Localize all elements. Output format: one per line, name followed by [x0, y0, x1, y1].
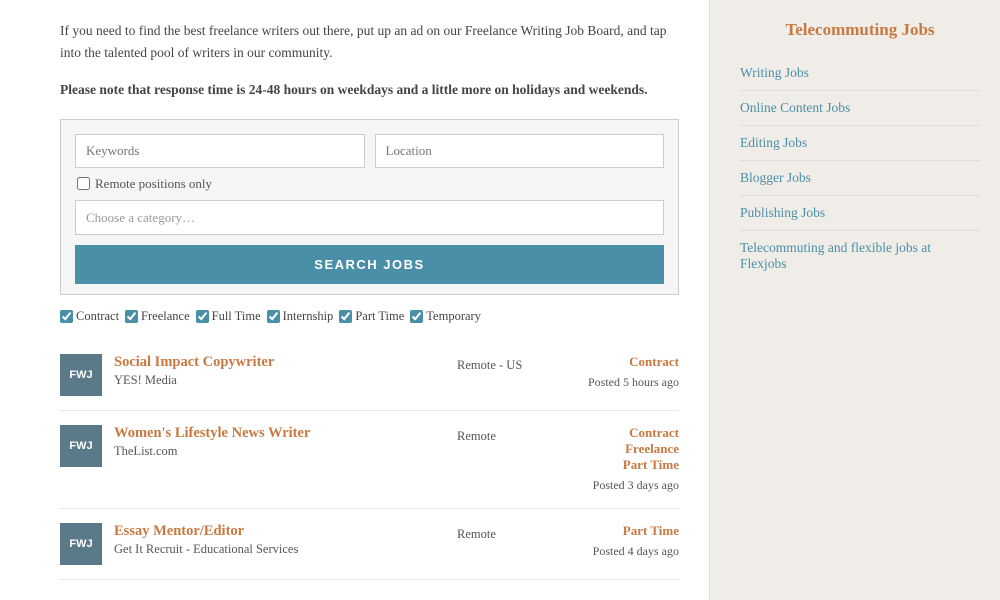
job-location: Remote — [457, 527, 547, 542]
search-box: Remote positions only Choose a category…… — [60, 119, 679, 295]
job-location: Remote - US — [457, 358, 547, 373]
job-type-tag: Part Time — [559, 523, 679, 539]
sidebar: Telecommuting Jobs Writing JobsOnline Co… — [710, 0, 1000, 600]
job-title: Social Impact Copywriter — [114, 354, 445, 371]
category-select[interactable]: Choose a category… — [75, 200, 664, 235]
sidebar-link-4[interactable]: Publishing Jobs — [740, 196, 980, 231]
jobs-list: FWJ Social Impact Copywriter YES! Media Rem… — [60, 340, 679, 580]
sidebar-link-3[interactable]: Blogger Jobs — [740, 161, 980, 196]
location-input[interactable] — [375, 134, 665, 168]
sidebar-link-5[interactable]: Telecommuting and flexible jobs at Flexj… — [740, 231, 980, 281]
keywords-input[interactable] — [75, 134, 365, 168]
filter-checkbox-part-time[interactable] — [339, 310, 352, 323]
job-title-link[interactable]: Social Impact Copywriter — [114, 354, 274, 370]
filter-label: Full Time — [212, 309, 261, 324]
remote-checkbox[interactable] — [77, 177, 90, 190]
job-logo: FWJ — [60, 523, 102, 565]
filter-checkbox-full-time[interactable] — [196, 310, 209, 323]
search-button[interactable]: SEARCH JOBS — [75, 245, 664, 284]
remote-row: Remote positions only — [75, 176, 664, 192]
job-center: Essay Mentor/Editor Get It Recruit - Educ… — [114, 523, 445, 557]
sidebar-title: Telecommuting Jobs — [740, 20, 980, 40]
filter-label: Part Time — [355, 309, 404, 324]
filter-label: Internship — [283, 309, 334, 324]
filter-checkbox-temporary[interactable] — [410, 310, 423, 323]
job-posted: Posted 5 hours ago — [559, 374, 679, 391]
job-posted: Posted 4 days ago — [559, 543, 679, 560]
filter-label: Temporary — [426, 309, 481, 324]
job-logo: FWJ — [60, 425, 102, 467]
sidebar-link-2[interactable]: Editing Jobs — [740, 126, 980, 161]
filter-checkbox-internship[interactable] — [267, 310, 280, 323]
job-listing: FWJ Women's Lifestyle News Writer TheList.… — [60, 411, 679, 509]
filter-freelance[interactable]: Freelance — [125, 309, 190, 324]
sidebar-link-1[interactable]: Online Content Jobs — [740, 91, 980, 126]
job-meta: Part Time Posted 4 days ago — [559, 523, 679, 560]
job-title-link[interactable]: Essay Mentor/Editor — [114, 523, 244, 539]
filter-label: Freelance — [141, 309, 190, 324]
job-logo: FWJ — [60, 354, 102, 396]
job-center: Women's Lifestyle News Writer TheList.com — [114, 425, 445, 459]
job-location: Remote — [457, 429, 547, 444]
filter-row: Contract Freelance Full Time Internship Part… — [60, 309, 679, 324]
filter-full-time[interactable]: Full Time — [196, 309, 261, 324]
job-type-tag: Freelance — [559, 441, 679, 457]
job-listing: FWJ Social Impact Copywriter YES! Media Rem… — [60, 340, 679, 411]
job-meta: ContractFreelancePart Time Posted 3 days … — [559, 425, 679, 494]
filter-checkbox-contract[interactable] — [60, 310, 73, 323]
job-listing: FWJ Essay Mentor/Editor Get It Recruit - E… — [60, 509, 679, 580]
job-title: Essay Mentor/Editor — [114, 523, 445, 540]
main-content: If you need to find the best freelance w… — [0, 0, 710, 600]
sidebar-link-0[interactable]: Writing Jobs — [740, 56, 980, 91]
job-company: Get It Recruit - Educational Services — [114, 542, 445, 557]
job-posted: Posted 3 days ago — [559, 477, 679, 494]
notice-paragraph: Please note that response time is 24-48 … — [60, 79, 679, 101]
intro-paragraph: If you need to find the best freelance w… — [60, 20, 679, 63]
search-top-row — [75, 134, 664, 168]
remote-label: Remote positions only — [95, 176, 212, 192]
job-type-tag: Contract — [559, 354, 679, 370]
job-title: Women's Lifestyle News Writer — [114, 425, 445, 442]
job-company: TheList.com — [114, 444, 445, 459]
filter-part-time[interactable]: Part Time — [339, 309, 404, 324]
job-company: YES! Media — [114, 373, 445, 388]
filter-label: Contract — [76, 309, 119, 324]
filter-contract[interactable]: Contract — [60, 309, 119, 324]
job-title-link[interactable]: Women's Lifestyle News Writer — [114, 425, 310, 441]
filter-checkbox-freelance[interactable] — [125, 310, 138, 323]
job-meta: Contract Posted 5 hours ago — [559, 354, 679, 391]
filter-internship[interactable]: Internship — [267, 309, 334, 324]
job-type-tag: Part Time — [559, 457, 679, 473]
job-type-tag: Contract — [559, 425, 679, 441]
job-center: Social Impact Copywriter YES! Media — [114, 354, 445, 388]
filter-temporary[interactable]: Temporary — [410, 309, 481, 324]
sidebar-links: Writing JobsOnline Content JobsEditing J… — [740, 56, 980, 281]
